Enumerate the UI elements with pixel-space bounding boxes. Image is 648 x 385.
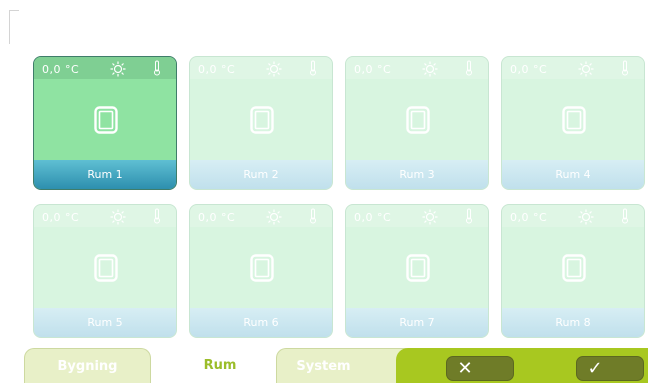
bottom-navigation-bar: Bygning Rum System ✕ ✓ (0, 348, 648, 383)
room-label: Rum 5 (34, 308, 176, 337)
checkmark-icon: ✓ (587, 358, 603, 379)
sun-icon (422, 61, 438, 77)
room-temperature: 0,0 °C (198, 63, 236, 76)
window-icon (94, 106, 118, 134)
room-temperature: 0,0 °C (198, 211, 236, 224)
room-label: Rum 3 (346, 160, 488, 189)
sun-icon (110, 61, 126, 77)
thermometer-icon (466, 60, 472, 76)
sun-icon (266, 61, 282, 77)
window-icon (250, 254, 274, 282)
tab-system[interactable]: System (276, 348, 416, 383)
room-label: Rum 4 (502, 160, 644, 189)
room-label: Rum 8 (502, 308, 644, 337)
thermometer-icon (310, 208, 316, 224)
room-temperature: 0,0 °C (354, 63, 392, 76)
window-icon (406, 254, 430, 282)
room-label: Rum 7 (346, 308, 488, 337)
sun-icon (578, 61, 594, 77)
room-tile-6[interactable]: 0,0 °C Rum 6 (189, 204, 333, 338)
room-tile-7[interactable]: 0,0 °C Rum 7 (345, 204, 489, 338)
window-icon (562, 106, 586, 134)
sun-icon (266, 209, 282, 225)
room-label: Rum 6 (190, 308, 332, 337)
room-temperature: 0,0 °C (42, 211, 80, 224)
room-temperature: 0,0 °C (510, 63, 548, 76)
confirm-button[interactable]: ✓ (576, 356, 644, 381)
sun-icon (422, 209, 438, 225)
thermometer-icon (466, 208, 472, 224)
close-icon: ✕ (457, 358, 473, 379)
room-label: Rum 1 (34, 160, 176, 189)
thermometer-icon (622, 60, 628, 76)
room-temperature: 0,0 °C (42, 63, 80, 76)
room-tile-4[interactable]: 0,0 °C Rum 4 (501, 56, 645, 190)
room-tile-8[interactable]: 0,0 °C Rum 8 (501, 204, 645, 338)
room-grid: 0,0 °C Rum 1 0,0 °C Rum 2 0,0 °C Rum 3 0… (33, 56, 645, 340)
room-tile-3[interactable]: 0,0 °C Rum 3 (345, 56, 489, 190)
tab-bygning[interactable]: Bygning (24, 348, 151, 383)
room-temperature: 0,0 °C (510, 211, 548, 224)
window-icon (562, 254, 586, 282)
cancel-button[interactable]: ✕ (446, 356, 514, 381)
sun-icon (110, 209, 126, 225)
thermometer-icon (310, 60, 316, 76)
thermometer-icon (154, 208, 160, 224)
sun-icon (578, 209, 594, 225)
window-icon (406, 106, 430, 134)
room-tile-2[interactable]: 0,0 °C Rum 2 (189, 56, 333, 190)
room-temperature: 0,0 °C (354, 211, 392, 224)
window-icon (94, 254, 118, 282)
room-label: Rum 2 (190, 160, 332, 189)
thermometer-icon (622, 208, 628, 224)
room-tile-5[interactable]: 0,0 °C Rum 5 (33, 204, 177, 338)
room-tile-1[interactable]: 0,0 °C Rum 1 (33, 56, 177, 190)
window-icon (250, 106, 274, 134)
thermometer-icon (154, 60, 160, 76)
tab-rum[interactable]: Rum (190, 348, 250, 383)
